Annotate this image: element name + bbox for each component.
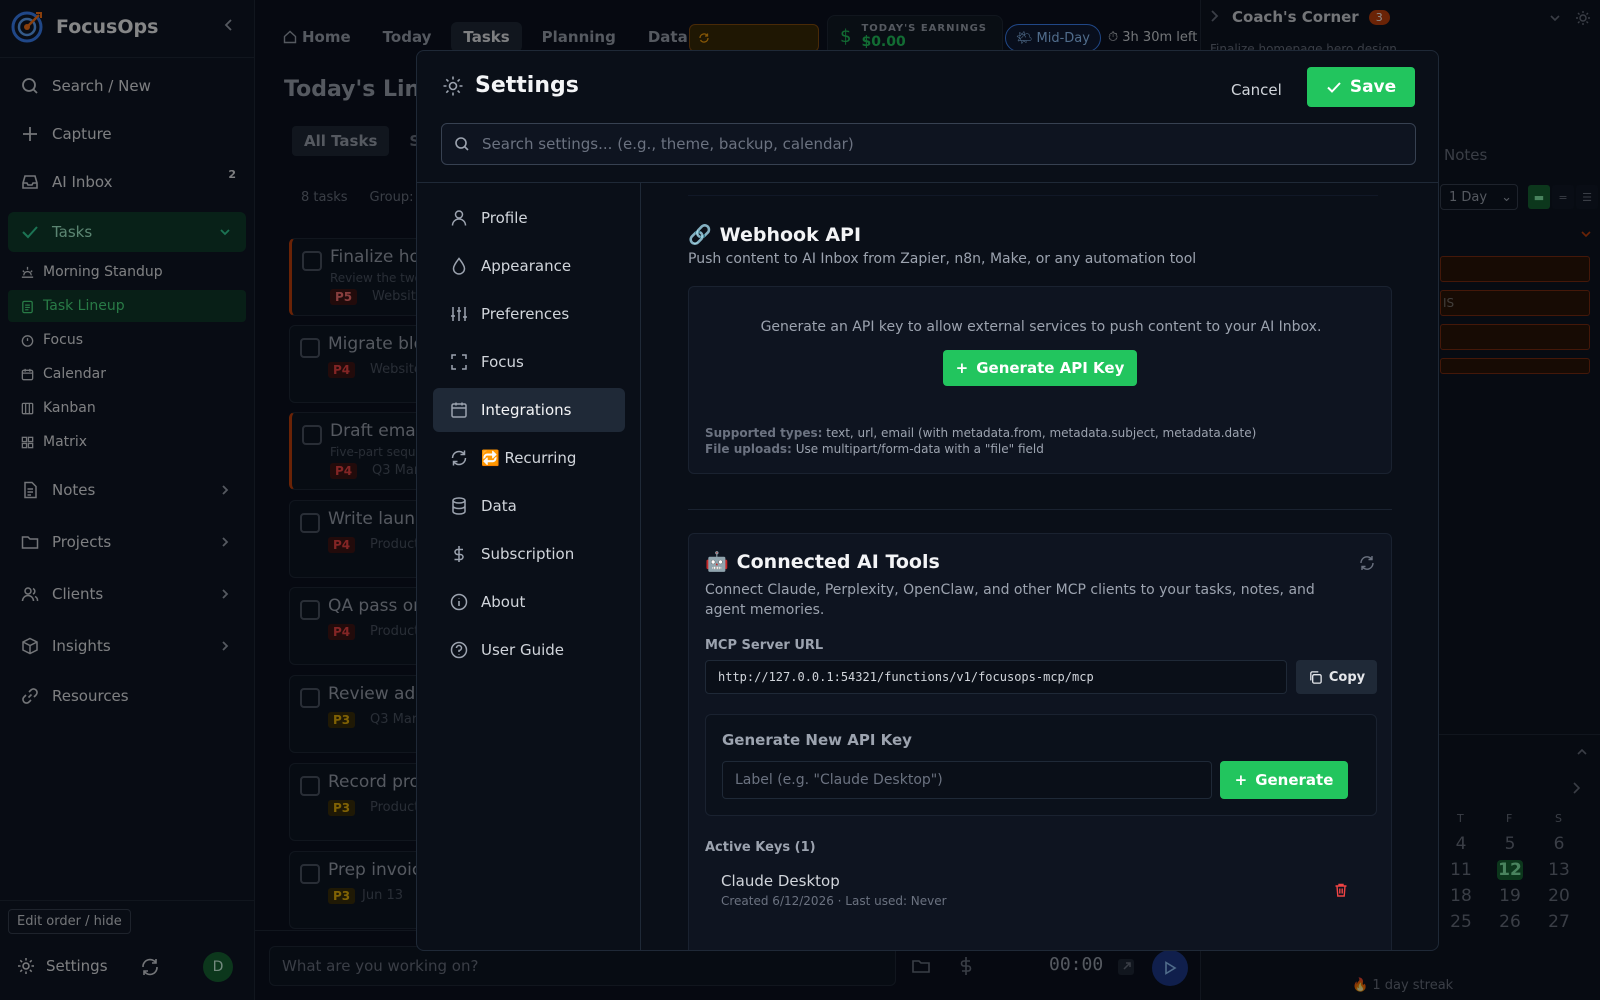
ai-tools-card: 🤖 Connected AI Tools Connect Claude, Per… xyxy=(688,533,1392,950)
settings-nav-label: 🔁 Recurring xyxy=(481,449,577,467)
settings-nav: Profile Appearance Preferences Focus Int… xyxy=(417,182,641,950)
modal-title: Settings xyxy=(475,73,579,98)
user-icon xyxy=(451,210,467,226)
help-icon xyxy=(450,641,468,659)
settings-nav-recurring[interactable]: 🔁 Recurring xyxy=(433,436,625,480)
section-divider xyxy=(688,509,1392,510)
refresh-icon[interactable] xyxy=(1358,554,1376,572)
settings-nav-data[interactable]: Data xyxy=(433,484,625,528)
dollar-icon xyxy=(454,546,464,562)
api-key-label-input[interactable] xyxy=(722,761,1212,799)
api-key-meta: Created 6/12/2026 · Last used: Never xyxy=(721,894,947,908)
robot-emoji-icon: 🤖 xyxy=(705,551,729,573)
save-button[interactable]: Save xyxy=(1307,67,1415,107)
webhook-title: Webhook API xyxy=(719,223,862,246)
mcp-url-field[interactable]: http://127.0.0.1:54321/functions/v1/focu… xyxy=(705,660,1287,694)
types-value: text, url, email (with metadata.from, me… xyxy=(826,426,1257,440)
settings-modal: Settings Cancel Save Profile Appearance … xyxy=(416,50,1439,951)
settings-nav-appearance[interactable]: Appearance xyxy=(433,244,625,288)
check-icon xyxy=(1327,82,1341,93)
generate-button[interactable]: + Generate xyxy=(1220,761,1348,799)
api-key-name: Claude Desktop xyxy=(721,872,840,890)
webhook-card: Generate an API key to allow external se… xyxy=(688,286,1392,474)
settings-nav-label: User Guide xyxy=(481,641,565,659)
copy-icon xyxy=(1310,670,1322,684)
settings-nav-integrations[interactable]: Integrations xyxy=(433,388,625,432)
api-key-row: Claude Desktop Created 6/12/2026 · Last … xyxy=(705,862,1377,918)
settings-nav-label: Focus xyxy=(481,353,524,371)
mcp-url-label: MCP Server URL xyxy=(705,638,824,653)
webhook-description: Generate an API key to allow external se… xyxy=(760,319,1322,335)
settings-nav-label: Subscription xyxy=(481,545,575,563)
ai-tools-section-title: 🤖 Connected AI Tools xyxy=(705,550,940,574)
search-icon xyxy=(455,137,469,151)
generate-api-key-label: Generate API Key xyxy=(976,359,1125,377)
section-divider xyxy=(688,195,1378,196)
types-label: Supported types: xyxy=(705,426,823,440)
generate-api-key-button[interactable]: + Generate API Key xyxy=(943,350,1137,386)
uploads-label: File uploads: xyxy=(705,442,792,456)
settings-nav-label: Data xyxy=(481,497,517,515)
webhook-subtitle: Push content to AI Inbox from Zapier, n8… xyxy=(688,251,1197,267)
settings-nav-label: Preferences xyxy=(481,305,570,323)
plus-icon: + xyxy=(955,359,969,377)
focus-frame-icon xyxy=(451,354,467,370)
uploads-value: Use multipart/form-data with a "file" fi… xyxy=(795,442,1044,456)
database-icon xyxy=(452,497,466,515)
settings-nav-preferences[interactable]: Preferences xyxy=(433,292,625,336)
save-label: Save xyxy=(1349,77,1397,97)
generate-new-key-label: Generate New API Key xyxy=(722,731,912,749)
gear-icon xyxy=(443,76,463,95)
ai-tools-description: Connect Claude, Perplexity, OpenClaw, an… xyxy=(705,582,1315,618)
settings-nav-subscription[interactable]: Subscription xyxy=(433,532,625,576)
settings-content: 🔗 Webhook API Push content to AI Inbox f… xyxy=(642,183,1438,950)
sliders-icon xyxy=(451,307,467,321)
settings-nav-label: About xyxy=(481,593,526,611)
settings-nav-user-guide[interactable]: User Guide xyxy=(433,628,625,672)
settings-nav-about[interactable]: About xyxy=(433,580,625,624)
webhook-supported-types: Supported types: text, url, email (with … xyxy=(705,425,1256,457)
settings-search-input[interactable] xyxy=(482,135,1382,153)
webhook-section-title: 🔗 Webhook API xyxy=(688,223,862,247)
droplet-icon xyxy=(452,257,466,275)
info-icon xyxy=(450,593,468,611)
settings-search[interactable] xyxy=(441,123,1416,165)
plus-icon: + xyxy=(1234,771,1248,789)
calendar-icon xyxy=(451,402,467,418)
settings-nav-focus[interactable]: Focus xyxy=(433,340,625,384)
active-keys-heading: Active Keys (1) xyxy=(705,840,816,855)
generate-label: Generate xyxy=(1255,771,1334,789)
link-emoji-icon: 🔗 xyxy=(688,224,712,246)
cancel-button[interactable]: Cancel xyxy=(1225,77,1288,103)
ai-tools-title: Connected AI Tools xyxy=(736,550,940,573)
copy-label: Copy xyxy=(1328,669,1366,685)
settings-nav-label: Integrations xyxy=(481,401,572,419)
refresh-icon xyxy=(451,450,467,466)
settings-nav-label: Appearance xyxy=(481,257,572,275)
copy-button[interactable]: Copy xyxy=(1296,660,1377,694)
settings-nav-profile[interactable]: Profile xyxy=(433,196,625,240)
trash-icon[interactable] xyxy=(1333,882,1349,898)
modal-header: Settings xyxy=(441,73,579,98)
generate-new-key-panel: Generate New API Key + Generate xyxy=(705,714,1377,816)
settings-nav-label: Profile xyxy=(481,209,528,227)
